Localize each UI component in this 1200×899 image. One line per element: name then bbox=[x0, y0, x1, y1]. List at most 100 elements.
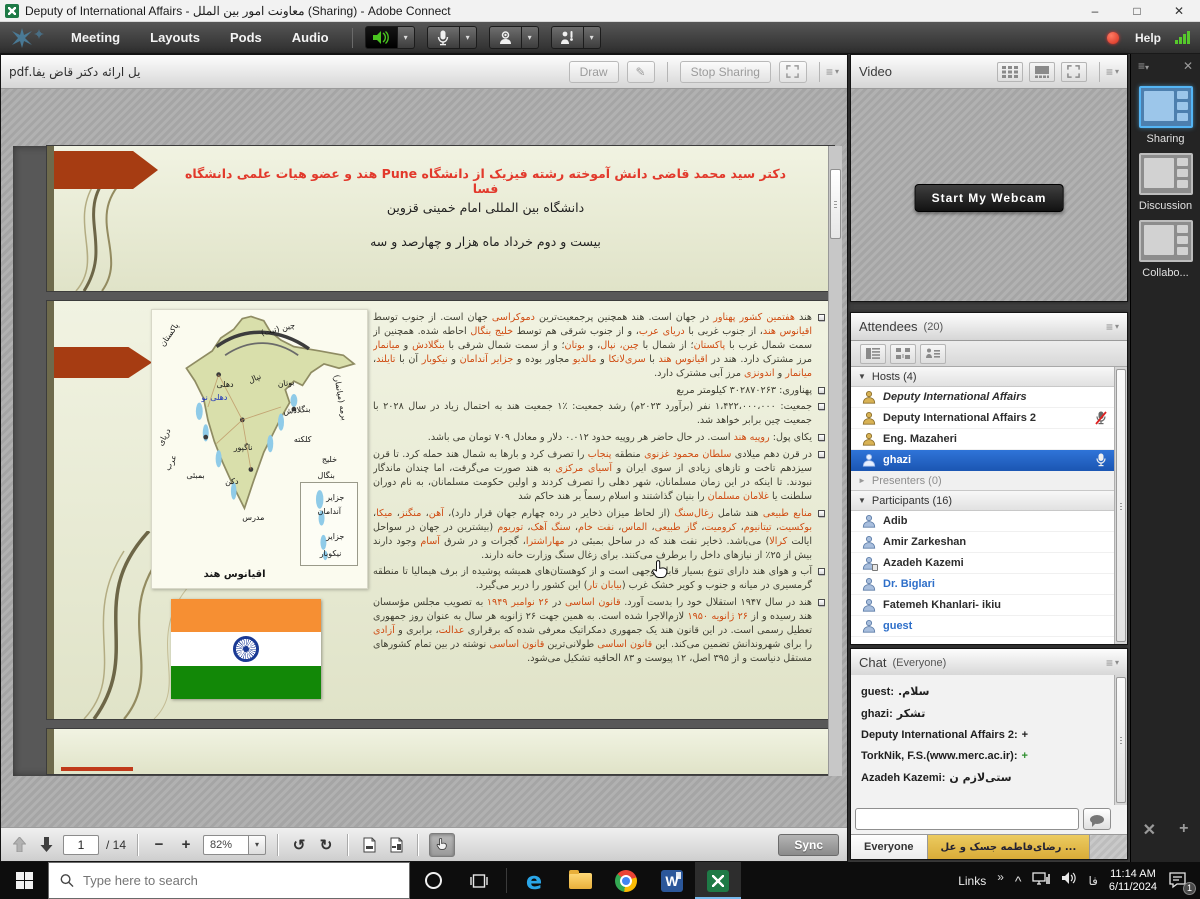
video-pod-menu-button[interactable]: ≡▾ bbox=[1106, 65, 1119, 79]
layout-item-sharing[interactable]: Sharing bbox=[1131, 86, 1200, 145]
attendee-row[interactable]: Eng. Mazaheri bbox=[851, 429, 1114, 450]
taskbar-search-box[interactable] bbox=[48, 862, 410, 899]
maximize-icon[interactable]: □ bbox=[1116, 0, 1158, 21]
scrollbar-thumb[interactable] bbox=[1116, 369, 1126, 642]
zoom-out-button[interactable]: − bbox=[149, 834, 169, 856]
taskbar-clock[interactable]: 11:14 AM 6/11/2024 bbox=[1109, 868, 1157, 894]
layout-thumbnail[interactable] bbox=[1139, 86, 1193, 128]
sync-button[interactable]: Sync bbox=[778, 834, 839, 856]
attendee-row[interactable]: ghazi bbox=[851, 450, 1114, 471]
chat-scrollbar[interactable] bbox=[1114, 675, 1127, 805]
search-input[interactable] bbox=[83, 873, 398, 888]
network-tray-icon[interactable] bbox=[1032, 871, 1050, 891]
raise-hand-dropdown[interactable]: ▾ bbox=[584, 26, 601, 49]
help-menu[interactable]: Help bbox=[1135, 31, 1161, 45]
chat-tab-everyone[interactable]: Everyone bbox=[851, 835, 928, 859]
video-fullscreen-button[interactable] bbox=[1061, 62, 1087, 82]
layout-panel-close-icon[interactable]: ✕ bbox=[1183, 59, 1193, 73]
fit-width-button[interactable] bbox=[386, 834, 406, 856]
list-view-icon bbox=[866, 348, 880, 359]
hidden-icons-button[interactable]: ^ bbox=[1015, 873, 1022, 889]
attendee-list-view-button[interactable] bbox=[860, 344, 886, 364]
close-icon[interactable]: ✕ bbox=[1158, 0, 1200, 21]
scrollbar-thumb[interactable] bbox=[830, 169, 841, 239]
page-number-input[interactable] bbox=[63, 835, 99, 855]
bullet-text: منابع طبیعی هند شامل زغال‌سنگ (از لحاظ م… bbox=[373, 507, 812, 563]
share-pod-menu-button[interactable]: ≡▾ bbox=[826, 65, 839, 79]
rotate-left-button[interactable]: ↺ bbox=[289, 834, 309, 856]
attendee-section-participants[interactable]: ▼Participants (16) bbox=[851, 491, 1114, 511]
attendee-row[interactable]: Deputy International Affairs bbox=[851, 387, 1114, 408]
document-viewport[interactable]: دکتر سید محمد قاضی دانش آموخته رشته فیزی… bbox=[13, 146, 842, 776]
chevrons-icon[interactable]: » bbox=[997, 870, 1004, 884]
send-message-button[interactable] bbox=[1083, 808, 1111, 830]
layout-menu-button[interactable]: ≡▾ bbox=[1138, 59, 1149, 73]
attendee-row[interactable]: Fatemeh Khanlari- ikiu bbox=[851, 595, 1114, 616]
document-scrollbar[interactable] bbox=[828, 146, 842, 776]
video-pod-body: Start My Webcam bbox=[851, 89, 1127, 301]
attendee-row[interactable]: Adib bbox=[851, 511, 1114, 532]
webcam-dropdown[interactable]: ▾ bbox=[522, 26, 539, 49]
webcam-button[interactable] bbox=[489, 26, 522, 49]
start-webcam-button[interactable]: Start My Webcam bbox=[915, 184, 1064, 212]
file-explorer-taskbar-icon[interactable] bbox=[557, 862, 603, 899]
attendee-row[interactable]: Azadeh Kazemi bbox=[851, 553, 1114, 574]
fullscreen-button[interactable] bbox=[779, 61, 807, 83]
attendee-row[interactable]: Amir Zarkeshan bbox=[851, 532, 1114, 553]
minimize-icon[interactable]: – bbox=[1074, 0, 1116, 21]
action-center-button[interactable]: 1 bbox=[1168, 871, 1192, 891]
connection-signal-icon[interactable] bbox=[1175, 31, 1190, 44]
attendees-scrollbar[interactable] bbox=[1114, 367, 1127, 644]
language-indicator[interactable]: فا bbox=[1088, 874, 1097, 888]
menu-meeting[interactable]: Meeting bbox=[56, 22, 135, 53]
speaker-dropdown[interactable]: ▾ bbox=[398, 26, 415, 49]
scrollbar-thumb[interactable] bbox=[1116, 677, 1126, 803]
chat-message-input[interactable] bbox=[855, 808, 1079, 830]
filmstrip-view-button[interactable] bbox=[1029, 62, 1055, 82]
layout-thumbnail[interactable] bbox=[1139, 153, 1193, 195]
adobe-connect-taskbar-icon[interactable] bbox=[695, 862, 741, 899]
edge-taskbar-icon[interactable]: e bbox=[511, 862, 557, 899]
zoom-dropdown-button[interactable]: ▾ bbox=[249, 835, 266, 855]
rotate-right-button[interactable]: ↻ bbox=[316, 834, 336, 856]
previous-page-button[interactable] bbox=[9, 834, 29, 856]
layout-item-collabo[interactable]: Collabo... bbox=[1131, 220, 1200, 279]
add-layout-button[interactable]: + bbox=[1179, 820, 1188, 840]
start-button[interactable] bbox=[0, 862, 48, 899]
speaker-button[interactable] bbox=[365, 26, 398, 49]
zoom-level-select[interactable]: 82% ▾ bbox=[203, 835, 266, 855]
menu-pods[interactable]: Pods bbox=[215, 22, 277, 53]
chat-tab-private[interactable]: ... رضای‌فاطمه جسک و عل bbox=[928, 835, 1091, 859]
microphone-button[interactable] bbox=[427, 26, 460, 49]
draw-button[interactable]: Draw bbox=[569, 61, 619, 83]
raise-hand-button[interactable] bbox=[551, 26, 584, 49]
attendee-section-presenters[interactable]: ►Presenters (0) bbox=[851, 471, 1114, 491]
cortana-button[interactable] bbox=[410, 862, 456, 899]
microphone-dropdown[interactable]: ▾ bbox=[460, 26, 477, 49]
chat-pod-menu-button[interactable]: ≡▾ bbox=[1106, 656, 1119, 670]
attendee-section-hosts[interactable]: ▼Hosts (4) bbox=[851, 367, 1114, 387]
pointer-tool-button[interactable]: ✎ bbox=[627, 61, 655, 83]
hand-tool-button[interactable] bbox=[429, 833, 455, 857]
word-taskbar-icon[interactable]: W bbox=[649, 862, 695, 899]
menu-layouts[interactable]: Layouts bbox=[135, 22, 215, 53]
zoom-in-button[interactable]: + bbox=[176, 834, 196, 856]
menu-audio[interactable]: Audio bbox=[277, 22, 344, 53]
delete-layout-button[interactable]: ✕ bbox=[1143, 820, 1156, 840]
attendee-row[interactable]: Dr. Biglari bbox=[851, 574, 1114, 595]
attendees-pod-menu-button[interactable]: ≡▾ bbox=[1106, 320, 1119, 334]
chrome-taskbar-icon[interactable] bbox=[603, 862, 649, 899]
attendee-breakout-view-button[interactable] bbox=[890, 344, 916, 364]
attendee-row[interactable]: guest bbox=[851, 616, 1114, 637]
layout-thumbnail[interactable] bbox=[1139, 220, 1193, 262]
fit-page-button[interactable] bbox=[359, 834, 379, 856]
layout-item-discussion[interactable]: Discussion bbox=[1131, 153, 1200, 212]
grid-view-button[interactable] bbox=[997, 62, 1023, 82]
links-toolbar[interactable]: Links bbox=[958, 874, 986, 888]
stop-sharing-button[interactable]: Stop Sharing bbox=[680, 61, 771, 83]
attendee-status-view-button[interactable] bbox=[920, 344, 946, 364]
task-view-button[interactable] bbox=[456, 862, 502, 899]
next-page-button[interactable] bbox=[36, 834, 56, 856]
volume-tray-icon[interactable] bbox=[1061, 871, 1077, 890]
attendee-row[interactable]: Deputy International Affairs 2 bbox=[851, 408, 1114, 429]
